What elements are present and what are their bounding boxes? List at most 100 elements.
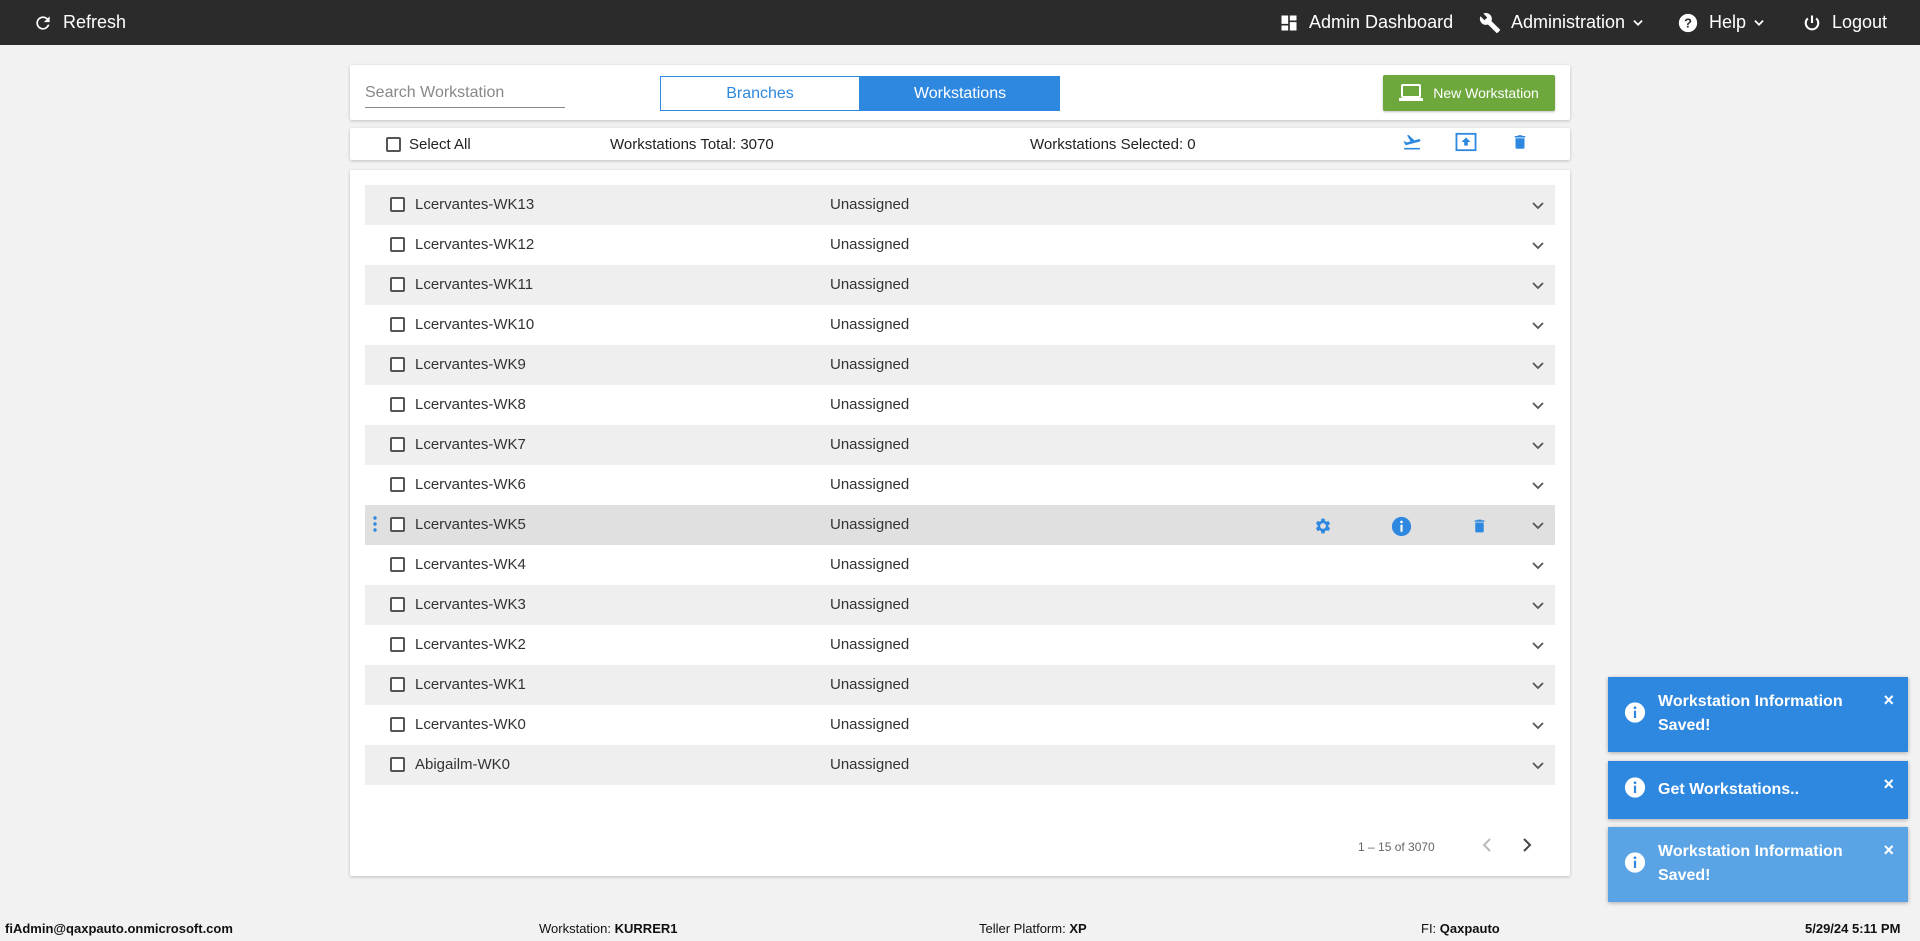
refresh-button[interactable]: Refresh [33,0,126,45]
chevron-right-icon [1521,837,1533,858]
refresh-label: Refresh [63,12,127,32]
svg-text:?: ? [1684,15,1692,30]
footer-workstation-label: Workstation: [539,921,612,936]
chevron-down-icon[interactable] [1532,358,1544,376]
workstation-assignment: Unassigned [830,236,910,253]
row-checkbox[interactable] [390,437,405,452]
toast-message: Get Workstations.. [1658,778,1872,802]
table-row[interactable]: Lcervantes-WK0 Unassigned [365,705,1555,745]
logout-button[interactable]: Logout [1802,0,1887,45]
toast-close-button[interactable]: × [1883,691,1894,709]
table-row[interactable]: Abigailm-WK0 Unassigned [365,745,1555,785]
table-row[interactable]: Lcervantes-WK6 Unassigned [365,465,1555,505]
table-row[interactable]: Lcervantes-WK10 Unassigned [365,305,1555,345]
workstation-list: Lcervantes-WK13 Unassigned Lcervantes-WK12… [350,170,1570,876]
row-checkbox[interactable] [390,717,405,732]
toast-line: Get Workstations.. [1658,781,1800,798]
footer-platform-value: XP [1069,921,1087,936]
row-checkbox[interactable] [390,237,405,252]
table-row[interactable]: Lcervantes-WK12 Unassigned [365,225,1555,265]
tab-branches[interactable]: Branches [660,76,860,111]
search-input[interactable]: Search Workstation [365,80,565,108]
chevron-down-icon[interactable] [1532,638,1544,656]
upload-icon [1455,132,1477,157]
chevron-down-icon[interactable] [1532,478,1544,496]
drag-handle-icon[interactable] [373,516,377,537]
chevron-down-icon[interactable] [1532,558,1544,576]
previous-page-button[interactable] [1476,836,1498,858]
chevron-down-icon [1752,16,1766,30]
workstation-name: Lcervantes-WK4 [415,556,526,573]
new-workstation-label: New Workstation [1433,85,1539,101]
help-label: Help [1709,12,1747,32]
row-checkbox[interactable] [390,277,405,292]
table-row[interactable]: Lcervantes-WK4 Unassigned [365,545,1555,585]
info-button[interactable] [1390,515,1412,537]
workstation-name: Lcervantes-WK1 [415,676,526,693]
delete-selected-button[interactable] [1508,133,1532,155]
workstation-assignment: Unassigned [830,676,910,693]
footer-user: fiAdmin@qaxpauto.onmicrosoft.com [5,921,233,936]
row-checkbox[interactable] [390,677,405,692]
row-checkbox[interactable] [390,757,405,772]
footer-platform-label: Teller Platform: [979,921,1066,936]
settings-button[interactable] [1312,515,1334,537]
chevron-down-icon[interactable] [1532,198,1544,216]
toast-close-button[interactable]: × [1883,841,1894,859]
toast-line: Workstation Information [1658,693,1843,710]
toast-notification[interactable]: Get Workstations.. × [1608,761,1908,819]
table-row[interactable]: Lcervantes-WK9 Unassigned [365,345,1555,385]
table-row[interactable]: Lcervantes-WK1 Unassigned [365,665,1555,705]
chevron-down-icon[interactable] [1532,758,1544,776]
gear-icon [1315,518,1331,534]
chevron-down-icon[interactable] [1532,238,1544,256]
toast-close-button[interactable]: × [1883,775,1894,793]
table-row[interactable]: Lcervantes-WK5 Unassigned [365,505,1555,545]
table-row[interactable]: Lcervantes-WK3 Unassigned [365,585,1555,625]
checkbox[interactable] [386,137,401,152]
toast-notification[interactable]: Workstation Information Saved! × [1608,677,1908,752]
workstation-assignment: Unassigned [830,556,910,573]
workstation-assignment: Unassigned [830,476,910,493]
delete-row-button[interactable] [1468,515,1490,537]
row-checkbox[interactable] [390,597,405,612]
table-row[interactable]: Lcervantes-WK11 Unassigned [365,265,1555,305]
chevron-left-icon [1481,837,1493,858]
next-page-button[interactable] [1516,836,1538,858]
workstations-selected: Workstations Selected: 0 [1030,136,1196,153]
toast-message: Workstation Information Saved! [1658,690,1872,738]
chevron-down-icon[interactable] [1532,278,1544,296]
chevron-down-icon[interactable] [1532,678,1544,696]
row-checkbox[interactable] [390,557,405,572]
footer-fi-value: Qaxpauto [1439,921,1500,936]
transfer-button[interactable] [1400,133,1424,155]
chevron-down-icon[interactable] [1532,598,1544,616]
select-all-checkbox[interactable]: Select All [386,136,471,153]
help-menu[interactable]: ? Help [1677,0,1766,45]
tab-workstations[interactable]: Workstations [860,76,1060,111]
admin-dashboard-link[interactable]: Admin Dashboard [1279,0,1453,45]
chevron-down-icon[interactable] [1532,518,1544,536]
chevron-down-icon[interactable] [1532,318,1544,336]
table-row[interactable]: Lcervantes-WK13 Unassigned [365,185,1555,225]
row-checkbox[interactable] [390,637,405,652]
info-icon [1624,777,1646,804]
workstation-name: Lcervantes-WK6 [415,476,526,493]
row-checkbox[interactable] [390,197,405,212]
table-row[interactable]: Lcervantes-WK8 Unassigned [365,385,1555,425]
row-checkbox[interactable] [390,517,405,532]
new-workstation-button[interactable]: New Workstation [1383,75,1555,111]
upload-button[interactable] [1454,132,1478,157]
row-checkbox[interactable] [390,477,405,492]
table-row[interactable]: Lcervantes-WK2 Unassigned [365,625,1555,665]
row-checkbox[interactable] [390,317,405,332]
row-checkbox[interactable] [390,397,405,412]
chevron-down-icon[interactable] [1532,398,1544,416]
toast-notification[interactable]: Workstation Information Saved! × [1608,827,1908,902]
administration-menu[interactable]: Administration [1479,0,1645,45]
table-row[interactable]: Lcervantes-WK7 Unassigned [365,425,1555,465]
chevron-down-icon[interactable] [1532,718,1544,736]
chevron-down-icon[interactable] [1532,438,1544,456]
row-checkbox[interactable] [390,357,405,372]
help-icon: ? [1677,12,1699,34]
